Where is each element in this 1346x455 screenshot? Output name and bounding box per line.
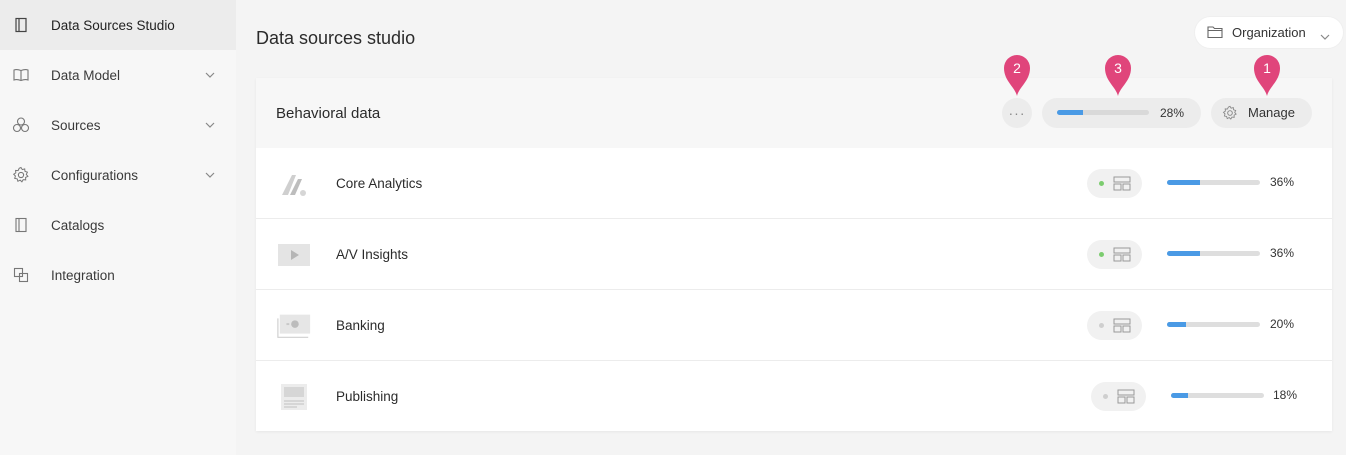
- status-dot: [1099, 181, 1104, 186]
- video-icon: [276, 237, 312, 273]
- list-item[interactable]: Banking 20%: [256, 290, 1332, 361]
- annotation-number: 2: [1013, 60, 1021, 76]
- list-item[interactable]: Publishing 18%: [256, 361, 1332, 432]
- annotation-number: 1: [1263, 60, 1271, 76]
- catalog-icon: [12, 16, 30, 34]
- status-dot: [1099, 252, 1104, 257]
- sidebar-item-label: Integration: [51, 267, 115, 283]
- row-progress-track: [1167, 251, 1260, 256]
- list-item[interactable]: A/V Insights 36%: [256, 219, 1332, 290]
- more-icon: ···: [1008, 105, 1026, 121]
- row-progress-track: [1171, 393, 1264, 398]
- row-progress-percent: 36%: [1270, 175, 1295, 189]
- source-name: Core Analytics: [336, 176, 423, 191]
- sidebar-item-catalogs[interactable]: Catalogs: [0, 200, 236, 250]
- gear-icon: [1222, 105, 1238, 126]
- row-progress-track: [1167, 180, 1260, 185]
- sidebar-item-data-sources-studio[interactable]: Data Sources Studio: [0, 0, 236, 50]
- analytics-logo-icon: [276, 166, 312, 202]
- folder-icon: [1207, 25, 1224, 44]
- status-dot: [1099, 323, 1104, 328]
- sidebar: Data Sources Studio Data Model Sources C…: [0, 0, 236, 455]
- chevron-down-icon: [204, 69, 216, 81]
- row-progress-fill: [1167, 322, 1186, 327]
- status-toggle[interactable]: [1091, 382, 1146, 411]
- organization-selector[interactable]: Organization: [1195, 17, 1343, 48]
- layout-icon: [1113, 247, 1131, 267]
- row-progress-track: [1167, 322, 1260, 327]
- more-options-button[interactable]: ···: [1002, 98, 1032, 128]
- manage-button[interactable]: Manage: [1211, 98, 1312, 128]
- status-toggle[interactable]: [1087, 311, 1142, 340]
- status-toggle[interactable]: [1087, 240, 1142, 269]
- sidebar-item-label: Data Sources Studio: [51, 17, 175, 33]
- row-progress-percent: 20%: [1270, 317, 1295, 331]
- sidebar-item-label: Configurations: [51, 167, 139, 183]
- sidebar-item-configurations[interactable]: Configurations: [0, 150, 236, 200]
- integration-icon: [12, 266, 30, 284]
- sidebar-item-integration[interactable]: Integration: [0, 250, 236, 300]
- sidebar-item-data-model[interactable]: Data Model: [0, 50, 236, 100]
- source-name: Banking: [336, 318, 385, 333]
- layout-icon: [1113, 176, 1131, 196]
- annotation-number: 3: [1114, 60, 1122, 76]
- row-progress-fill: [1171, 393, 1188, 398]
- status-dot: [1103, 394, 1108, 399]
- layout-icon: [1113, 318, 1131, 338]
- document-icon: [276, 379, 312, 415]
- list-item[interactable]: Core Analytics 36%: [256, 148, 1332, 219]
- row-progress-percent: 18%: [1273, 388, 1298, 402]
- card-title: Behavioral data: [276, 105, 381, 122]
- sidebar-item-label: Catalogs: [51, 217, 105, 233]
- sidebar-item-sources[interactable]: Sources: [0, 100, 236, 150]
- chevron-down-icon: [204, 119, 216, 131]
- catalog-icon: [12, 216, 30, 234]
- progress-percent: 28%: [1160, 106, 1185, 120]
- page-title: Data sources studio: [256, 28, 416, 48]
- cluster-icon: [12, 116, 30, 134]
- overall-progress: 28%: [1042, 98, 1201, 128]
- layout-icon: [1117, 389, 1135, 409]
- organization-label: Organization: [1232, 25, 1306, 40]
- status-toggle[interactable]: [1087, 169, 1142, 198]
- progress-track: [1057, 110, 1149, 115]
- chevron-down-icon: [1320, 27, 1330, 45]
- source-name: A/V Insights: [336, 247, 409, 262]
- sidebar-item-label: Data Model: [51, 67, 121, 83]
- gear-icon: [12, 166, 30, 184]
- book-icon: [12, 66, 30, 84]
- sidebar-item-label: Sources: [51, 117, 101, 133]
- source-name: Publishing: [336, 389, 399, 404]
- chevron-down-icon: [204, 169, 216, 181]
- row-progress-fill: [1167, 251, 1201, 256]
- row-progress-fill: [1167, 180, 1201, 185]
- card-header: Behavioral data ··· 28% Manage: [256, 78, 1332, 148]
- progress-fill: [1057, 110, 1083, 115]
- row-progress-percent: 36%: [1270, 246, 1295, 260]
- annotation-pin-2: 2: [1001, 51, 1033, 96]
- annotation-pin-1: 1: [1251, 51, 1283, 96]
- annotation-pin-3: 3: [1102, 51, 1134, 96]
- data-source-card: Behavioral data ··· 28% Manage Core Anal…: [256, 78, 1332, 431]
- banknote-icon: [276, 308, 312, 344]
- manage-label: Manage: [1248, 105, 1295, 120]
